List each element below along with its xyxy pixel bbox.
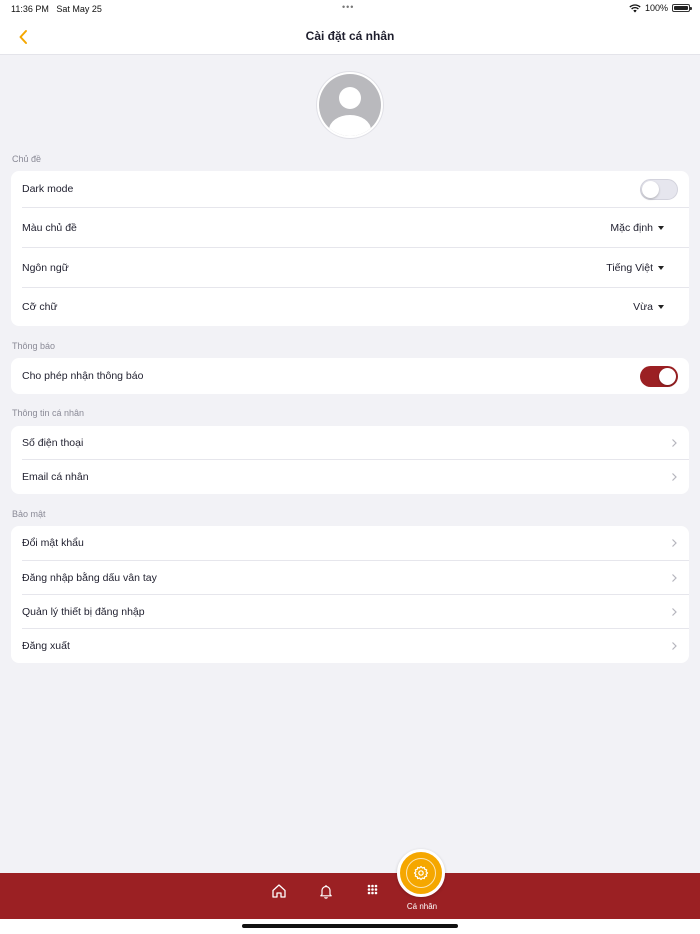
tab-notifications[interactable] <box>317 882 335 900</box>
bottom-tab-bar <box>0 873 700 919</box>
section-label-theme: Chủ đề <box>12 154 42 164</box>
section-label-notifications: Thông báo <box>12 341 56 351</box>
phone-row[interactable]: Số điện thoại <box>11 426 689 459</box>
nav-header: Cài đặt cá nhân <box>0 18 700 55</box>
security-card: Đổi mật khẩu Đăng nhập bằng dấu vân tay … <box>11 526 689 663</box>
bell-icon <box>320 885 332 899</box>
logout-row[interactable]: Đăng xuất <box>11 629 689 663</box>
manage-devices-row[interactable]: Quản lý thiết bị đăng nhập <box>11 595 689 628</box>
font-size-value: Vừa <box>633 301 653 313</box>
theme-color-label: Màu chủ đề <box>22 221 77 234</box>
multitask-dots-icon[interactable]: ••• <box>342 2 354 12</box>
allow-notifications-row: Cho phép nhận thông báo <box>11 358 689 394</box>
chevron-right-icon <box>672 573 677 582</box>
chevron-right-icon <box>672 642 677 650</box>
status-date-text: Sat May 25 <box>56 4 102 14</box>
logout-label: Đăng xuất <box>22 640 70 652</box>
email-label: Email cá nhân <box>22 471 89 483</box>
dark-mode-label: Dark mode <box>22 183 74 195</box>
tab-personal-button[interactable] <box>397 849 445 897</box>
language-value: Tiếng Việt <box>606 261 653 274</box>
change-password-row[interactable]: Đổi mật khẩu <box>11 526 689 560</box>
gear-icon <box>413 865 429 881</box>
toggle-knob <box>642 181 659 198</box>
chevron-right-icon <box>672 473 677 481</box>
section-label-security: Bảo mật <box>12 509 46 519</box>
tab-personal-label: Cá nhân <box>406 902 438 911</box>
user-placeholder-icon <box>319 74 381 136</box>
font-size-row[interactable]: Cỡ chữ Vừa <box>11 288 689 326</box>
home-indicator[interactable] <box>242 924 458 928</box>
change-password-label: Đổi mật khẩu <box>22 537 84 549</box>
status-time: 11:36 PM Sat May 25 <box>11 4 102 14</box>
language-row[interactable]: Ngôn ngữ Tiếng Việt <box>11 248 689 287</box>
allow-notifications-label: Cho phép nhận thông báo <box>22 370 144 382</box>
caret-down-icon <box>658 225 664 230</box>
status-time-text: 11:36 PM <box>11 4 49 14</box>
section-label-personal: Thông tin cá nhân <box>12 408 85 418</box>
dark-mode-row: Dark mode <box>11 171 689 207</box>
caret-down-icon <box>658 265 664 270</box>
fab-ring <box>406 858 436 888</box>
fingerprint-login-label: Đăng nhập bằng dấu vân tay <box>22 571 157 584</box>
home-icon <box>272 884 286 898</box>
theme-color-row[interactable]: Màu chủ đề Mặc định <box>11 208 689 247</box>
phone-label: Số điện thoại <box>22 436 84 449</box>
theme-card: Dark mode Màu chủ đề Mặc định Ngôn ngữ T… <box>11 171 689 326</box>
avatar[interactable] <box>317 72 383 138</box>
status-bar: 11:36 PM Sat May 25 ••• 100% <box>0 0 700 18</box>
theme-color-value: Mặc định <box>610 221 653 234</box>
chevron-right-icon <box>672 539 677 547</box>
manage-devices-label: Quản lý thiết bị đăng nhập <box>22 605 145 618</box>
email-row[interactable]: Email cá nhân <box>11 460 689 494</box>
status-right: 100% <box>629 3 692 13</box>
battery-icon <box>672 4 692 12</box>
allow-notifications-toggle[interactable] <box>640 366 678 387</box>
wifi-icon <box>629 3 641 12</box>
font-size-label: Cỡ chữ <box>22 301 58 313</box>
toggle-knob <box>659 368 676 385</box>
tab-home[interactable] <box>270 882 288 900</box>
notifications-card: Cho phép nhận thông báo <box>11 358 689 394</box>
language-label: Ngôn ngữ <box>22 261 69 274</box>
fingerprint-login-row[interactable]: Đăng nhập bằng dấu vân tay <box>11 561 689 594</box>
chevron-right-icon <box>672 438 677 447</box>
personal-card: Số điện thoại Email cá nhân <box>11 426 689 494</box>
dark-mode-toggle[interactable] <box>640 179 678 200</box>
page-title: Cài đặt cá nhân <box>305 29 395 43</box>
tab-apps[interactable] <box>365 882 383 900</box>
caret-down-icon <box>658 305 664 309</box>
chevron-right-icon <box>672 607 677 616</box>
grid-icon <box>367 884 378 895</box>
battery-percent: 100% <box>644 3 668 13</box>
